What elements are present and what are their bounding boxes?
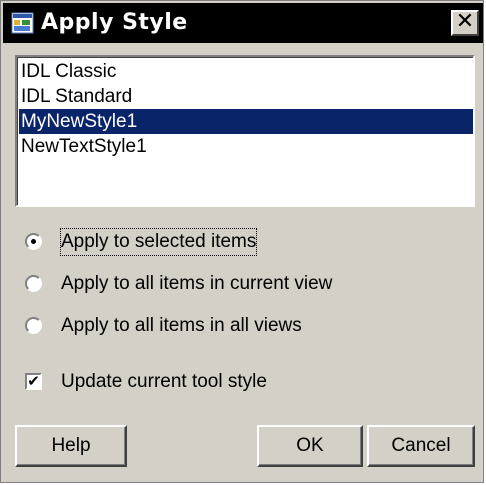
app-icon <box>11 11 35 35</box>
update-tool-style-checkbox[interactable]: ✔ Update current tool style <box>25 369 405 395</box>
cancel-button[interactable]: Cancel <box>367 425 475 467</box>
radio-button[interactable] <box>25 317 42 334</box>
radio-label: Apply to all items in all views <box>61 315 302 336</box>
checkbox[interactable]: ✔ <box>25 373 42 390</box>
help-button[interactable]: Help <box>15 425 127 467</box>
radio-button[interactable] <box>25 233 42 250</box>
style-list[interactable]: IDL Classic IDL Standard MyNewStyle1 New… <box>15 55 475 207</box>
radio-label: Apply to selected items <box>59 228 258 256</box>
check-icon: ✔ <box>27 372 40 390</box>
close-button[interactable]: ✕ <box>451 10 479 36</box>
ok-button[interactable]: OK <box>257 425 363 467</box>
radio-label: Apply to all items in current view <box>61 273 333 294</box>
radio-selected-dot <box>31 239 36 244</box>
checkbox-label: Update current tool style <box>61 371 267 392</box>
radio-apply-all-views[interactable]: Apply to all items in all views <box>25 313 405 339</box>
list-item-newtextstyle1[interactable]: NewTextStyle1 <box>19 134 473 159</box>
title-bar[interactable]: Apply Style ✕ <box>3 3 483 43</box>
radio-apply-selected[interactable]: Apply to selected items <box>25 228 325 256</box>
dialog-title: Apply Style <box>41 10 188 35</box>
close-icon: ✕ <box>455 9 475 34</box>
list-item-idl-standard[interactable]: IDL Standard <box>19 84 473 109</box>
radio-button[interactable] <box>25 275 42 292</box>
list-item-mynewstyle1[interactable]: MyNewStyle1 <box>19 109 473 134</box>
apply-style-dialog: Apply Style ✕ IDL Classic IDL Standard M… <box>0 0 484 483</box>
radio-apply-current-view[interactable]: Apply to all items in current view <box>25 271 405 297</box>
list-item-idl-classic[interactable]: IDL Classic <box>19 59 473 84</box>
